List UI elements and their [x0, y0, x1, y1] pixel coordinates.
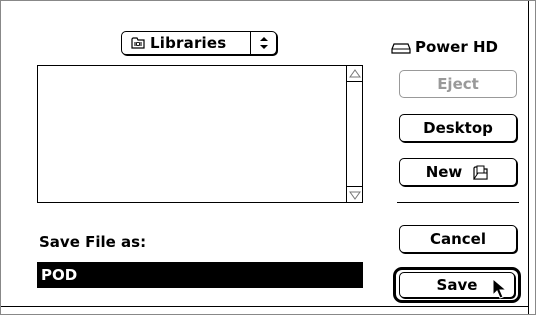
mouse-pointer-icon — [492, 278, 508, 299]
volume-label: Power HD — [415, 38, 498, 56]
cancel-button[interactable]: Cancel — [399, 225, 517, 253]
new-folder-icon — [473, 165, 488, 180]
new-folder-button[interactable]: New — [399, 158, 517, 186]
save-button-label: Save — [436, 276, 478, 294]
popup-separator — [250, 32, 251, 54]
file-list-scrollbar[interactable] — [346, 66, 362, 202]
filename-input[interactable]: POD — [37, 262, 363, 288]
button-divider — [397, 202, 519, 203]
save-file-label: Save File as: — [39, 233, 147, 251]
new-button-label: New — [425, 163, 463, 181]
scroll-down-arrow[interactable] — [347, 186, 362, 202]
eject-button-label: Eject — [437, 75, 479, 93]
file-list[interactable] — [37, 65, 363, 203]
desktop-button-label: Desktop — [423, 119, 493, 137]
cancel-button-label: Cancel — [429, 230, 486, 248]
popup-arrows-icon — [260, 37, 268, 49]
scroll-up-arrow[interactable] — [347, 66, 362, 82]
hard-drive-icon — [391, 43, 411, 54]
folder-popup-label: Libraries — [150, 34, 227, 52]
dialog-border-right — [528, 1, 529, 314]
desktop-button[interactable]: Desktop — [399, 114, 517, 142]
volume-indicator: Power HD — [391, 37, 498, 57]
filename-value: POD — [41, 266, 78, 284]
eject-button[interactable]: Eject — [399, 70, 517, 98]
folder-icon — [131, 37, 145, 49]
arrow-up-icon — [348, 68, 361, 77]
dialog-border-bottom — [1, 306, 529, 307]
save-dialog: Libraries Power HD Eject Desktop New Can… — [0, 0, 536, 315]
arrow-down-icon — [348, 191, 361, 200]
folder-popup-menu[interactable]: Libraries — [121, 31, 277, 55]
